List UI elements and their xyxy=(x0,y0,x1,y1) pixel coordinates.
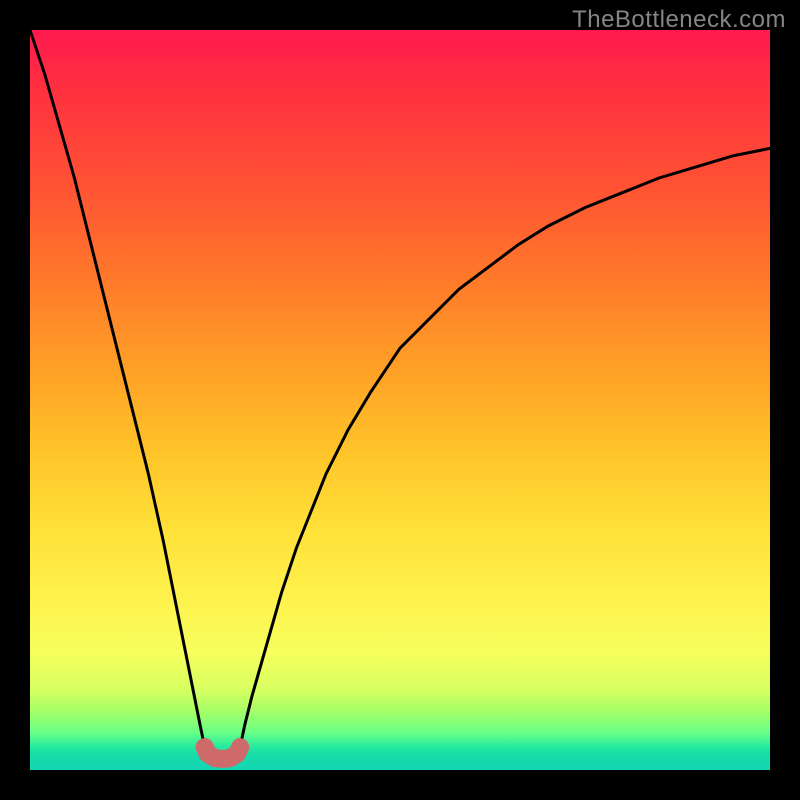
plot-area xyxy=(30,30,770,770)
curve-right-branch xyxy=(240,148,770,747)
chart-svg xyxy=(30,30,770,770)
curve-left-branch xyxy=(30,30,205,747)
curve-cusp-highlight xyxy=(205,747,241,759)
chart-frame: TheBottleneck.com xyxy=(0,0,800,800)
